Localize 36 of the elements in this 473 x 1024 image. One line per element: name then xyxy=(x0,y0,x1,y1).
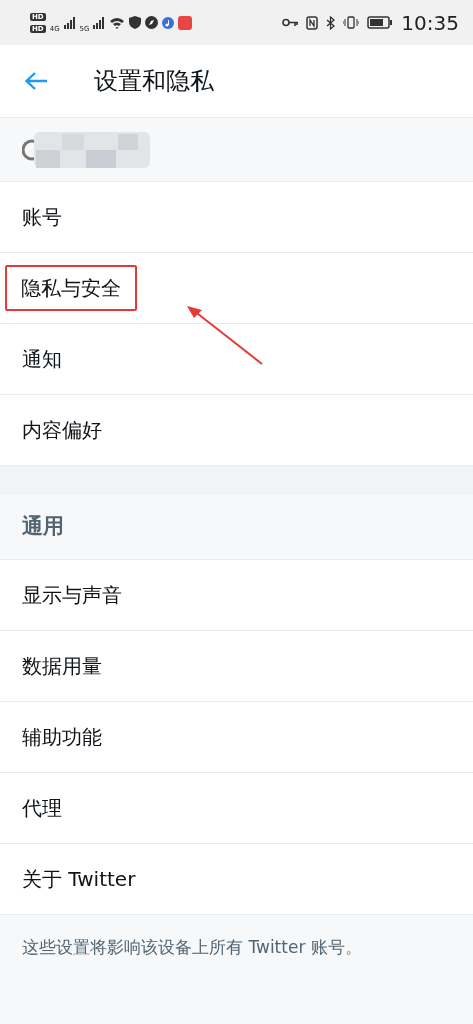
nfc-icon xyxy=(306,15,319,30)
clock-time: 10:35 xyxy=(401,9,459,37)
bluetooth-icon xyxy=(326,15,336,30)
item-label: 数据用量 xyxy=(22,653,102,680)
item-label: 内容偏好 xyxy=(22,417,102,444)
settings-item[interactable]: 辅助功能 xyxy=(0,702,473,773)
item-label: 辅助功能 xyxy=(22,724,102,751)
item-label: 代理 xyxy=(22,795,62,822)
item-label: 通知 xyxy=(22,346,62,373)
back-arrow-icon xyxy=(24,71,48,91)
wifi-icon xyxy=(109,16,126,29)
settings-item[interactable]: 账号 xyxy=(0,182,473,253)
section-title: 通用 xyxy=(22,513,64,541)
compass-icon xyxy=(145,16,159,29)
footer-note: 这些设置将影响该设备上所有 Twitter 账号。 xyxy=(22,937,362,957)
back-button[interactable] xyxy=(24,71,48,91)
shield-icon xyxy=(129,16,142,29)
vibrate-icon xyxy=(343,16,360,29)
settings-item[interactable]: 数据用量 xyxy=(0,631,473,702)
highlighted-item-label: 隐私与安全 xyxy=(5,265,137,311)
settings-item[interactable]: 代理 xyxy=(0,773,473,844)
settings-item[interactable]: 显示与声音 xyxy=(0,560,473,631)
settings-item[interactable]: 内容偏好 xyxy=(0,395,473,466)
signal-icon xyxy=(93,16,106,29)
settings-item[interactable]: 通知 xyxy=(0,324,473,395)
key-icon xyxy=(282,18,299,27)
page-title: 设置和隐私 xyxy=(94,66,214,97)
battery-icon xyxy=(367,16,394,29)
item-label: 账号 xyxy=(22,204,62,231)
item-label: 关于 Twitter xyxy=(22,866,136,893)
music-icon xyxy=(162,16,175,29)
item-label: 显示与声音 xyxy=(22,582,122,609)
settings-item[interactable]: 关于 Twitter xyxy=(0,844,473,915)
settings-item[interactable]: 隐私与安全 xyxy=(0,253,473,324)
signal-icon xyxy=(63,16,76,29)
app-icon xyxy=(178,15,193,30)
